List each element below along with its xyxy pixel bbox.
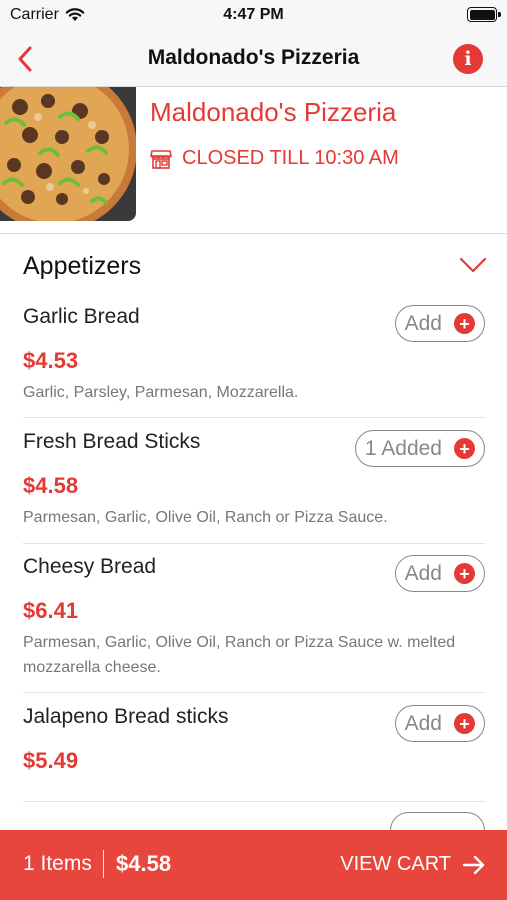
plus-icon: + <box>454 563 475 584</box>
restaurant-status: CLOSED TILL 10:30 AM <box>150 147 399 170</box>
menu-item: Cheesy Bread Add + $6.41 Parmesan, Garli… <box>23 555 485 693</box>
add-button[interactable]: Add + <box>394 555 485 592</box>
menu-item-partial <box>23 812 485 849</box>
item-name: Cheesy Bread <box>23 555 157 578</box>
menu-item: Garlic Bread Add + $4.53 Garlic, Parsley… <box>23 305 485 418</box>
plus-icon: + <box>454 438 475 459</box>
plus-icon: + <box>454 713 475 734</box>
item-name: Fresh Bread Sticks <box>23 430 201 453</box>
info-icon: i <box>464 48 472 70</box>
pizza-icon <box>0 87 136 221</box>
status-text: CLOSED TILL 10:30 AM <box>182 147 399 169</box>
item-price: $4.58 <box>23 473 79 498</box>
plus-icon: + <box>454 313 475 334</box>
item-price: $4.53 <box>23 348 79 373</box>
restaurant-header: Maldonado's Pizzeria CLOSED TILL 10:30 A… <box>0 87 507 234</box>
cart-bar[interactable]: 1 Items $4.58 VIEW CART <box>0 830 507 900</box>
add-button-label: Add <box>404 711 442 735</box>
restaurant-image <box>0 87 136 221</box>
item-description: Garlic, Parsley, Parmesan, Mozzarella. <box>23 384 299 401</box>
page-title: Maldonado's Pizzeria <box>147 46 360 69</box>
menu-item: Jalapeno Bread sticks Add + $5.49 <box>23 705 485 802</box>
clock: 4:47 PM <box>223 6 284 23</box>
item-description: Parmesan, Garlic, Olive Oil, Ranch or Pi… <box>23 509 388 526</box>
status-bar: Carrier 4:47 PM <box>0 0 507 32</box>
menu-item: Fresh Bread Sticks 1 Added + $4.58 Parme… <box>23 430 485 544</box>
item-price: $6.41 <box>23 598 79 623</box>
add-button[interactable]: 1 Added + <box>354 430 485 467</box>
item-name: Jalapeno Bread sticks <box>23 705 229 728</box>
item-name: Garlic Bread <box>23 305 140 328</box>
view-cart-button[interactable]: VIEW CART <box>340 853 485 876</box>
arrow-right-icon <box>463 855 485 874</box>
add-button-label: Add <box>404 311 442 335</box>
view-cart-label: VIEW CART <box>340 853 451 875</box>
navigation-bar: Maldonado's Pizzeria i <box>0 32 507 87</box>
info-button[interactable]: i <box>453 44 483 74</box>
cart-total: $4.58 <box>116 851 172 876</box>
chevron-down-icon[interactable] <box>459 256 487 274</box>
item-price: $5.49 <box>23 748 79 773</box>
section-title: Appetizers <box>23 252 142 280</box>
add-button[interactable]: Add + <box>394 705 485 742</box>
cart-item-count: 1 Items <box>23 852 92 875</box>
add-button-label: Add <box>404 561 442 585</box>
item-description: Parmesan, Garlic, Olive Oil, Ranch or Pi… <box>23 634 456 676</box>
section-header-appetizers[interactable]: Appetizers <box>0 248 507 288</box>
restaurant-name: Maldonado's Pizzeria <box>150 97 397 127</box>
store-icon <box>150 149 172 169</box>
cart-divider <box>103 850 104 878</box>
battery-icon <box>467 7 501 22</box>
add-button[interactable]: Add + <box>394 305 485 342</box>
add-button-label: 1 Added <box>364 436 442 460</box>
